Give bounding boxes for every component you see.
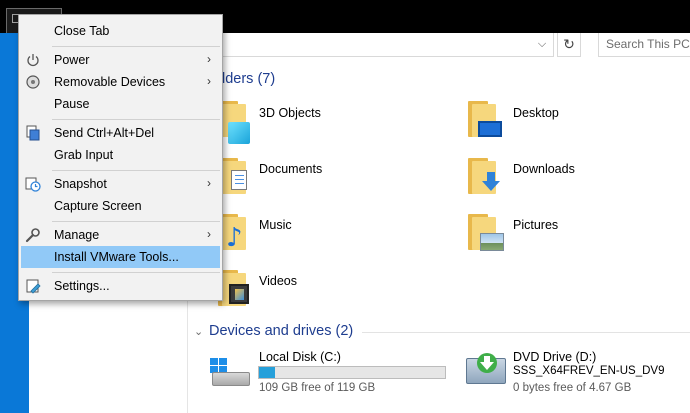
submenu-arrow-icon: ›: [207, 176, 211, 190]
picture-landscape-icon: [480, 233, 504, 251]
keyboard-icon: [26, 125, 40, 141]
music-note-icon: ♪: [226, 223, 243, 253]
menu-item-removable-devices[interactable]: Removable Devices ›: [21, 71, 220, 93]
download-arrow-icon: [482, 172, 500, 191]
removable-devices-icon: [26, 75, 40, 89]
menu-item-send-ctrl-alt-del[interactable]: Send Ctrl+Alt+Del: [21, 122, 220, 144]
address-row: ⌵ ↻ Search This PC: [188, 33, 690, 66]
menu-separator: [52, 119, 220, 120]
drive-label-d[interactable]: DVD Drive (D:): [513, 350, 596, 364]
drive-label-c[interactable]: Local Disk (C:): [259, 350, 341, 364]
submenu-arrow-icon: ›: [207, 227, 211, 241]
film-strip-icon: [229, 284, 249, 304]
vmware-explorer-screen: ⌵ ↻ Search This PC lders (7) 3D Objects …: [0, 0, 690, 413]
wrench-icon: [25, 228, 40, 243]
devices-section-heading[interactable]: Devices and drives (2): [209, 323, 353, 339]
menu-item-capture-screen[interactable]: Capture Screen: [21, 195, 220, 217]
folder-label-documents[interactable]: Documents: [259, 162, 322, 176]
drive-d-free-space: 0 bytes free of 4.67 GB: [513, 382, 632, 394]
submenu-arrow-icon: ›: [207, 52, 211, 66]
folder-label-music[interactable]: Music: [259, 218, 292, 232]
drive-c-free-space: 109 GB free of 119 GB: [259, 382, 376, 394]
drive-c-usage-bar: [258, 366, 446, 379]
address-bar[interactable]: ⌵: [188, 33, 554, 57]
power-icon: [27, 54, 39, 67]
menu-item-snapshot[interactable]: Snapshot ›: [21, 173, 220, 195]
menu-item-install-vmware-tools[interactable]: Install VMware Tools...: [21, 246, 220, 268]
folder-label-videos[interactable]: Videos: [259, 274, 297, 288]
folder-label-downloads[interactable]: Downloads: [513, 162, 575, 176]
refresh-button[interactable]: ↻: [557, 33, 581, 57]
menu-separator: [52, 170, 220, 171]
local-disk-icon: [208, 356, 252, 390]
address-dropdown-icon[interactable]: ⌵: [534, 36, 550, 52]
search-input[interactable]: Search This PC: [598, 33, 690, 57]
menu-item-manage[interactable]: Manage ›: [21, 224, 220, 246]
menu-item-power[interactable]: Power ›: [21, 49, 220, 71]
folders-section-heading[interactable]: lders (7): [222, 71, 275, 87]
submenu-arrow-icon: ›: [207, 74, 211, 88]
3d-cube-icon: [228, 122, 250, 144]
menu-item-grab-input[interactable]: Grab Input: [21, 144, 220, 166]
settings-icon: [26, 279, 41, 294]
section-divider: [362, 332, 690, 333]
drive-c-usage-fill: [259, 367, 275, 378]
document-page-icon: [231, 170, 247, 190]
menu-separator: [52, 221, 220, 222]
dvd-drive-icon: [466, 352, 510, 386]
dvd-volume-name: SSS_X64FREV_EN-US_DV9: [513, 365, 665, 377]
menu-item-pause[interactable]: Pause: [21, 93, 220, 115]
menu-item-settings[interactable]: Settings...: [21, 275, 220, 297]
desktop-monitor-icon: [478, 121, 502, 137]
menu-separator: [52, 46, 220, 47]
folder-label-3d-objects[interactable]: 3D Objects: [259, 106, 321, 120]
menu-separator: [52, 272, 220, 273]
folder-label-desktop[interactable]: Desktop: [513, 106, 559, 120]
menu-item-close-tab[interactable]: Close Tab: [21, 20, 220, 42]
dvd-install-arrow-icon: [477, 353, 497, 373]
vm-context-menu: Close Tab Power › Removable Devices › Pa…: [18, 14, 223, 301]
folder-label-pictures[interactable]: Pictures: [513, 218, 558, 232]
snapshot-icon: [25, 177, 41, 192]
collapse-chevron-icon[interactable]: ⌄: [194, 325, 203, 338]
